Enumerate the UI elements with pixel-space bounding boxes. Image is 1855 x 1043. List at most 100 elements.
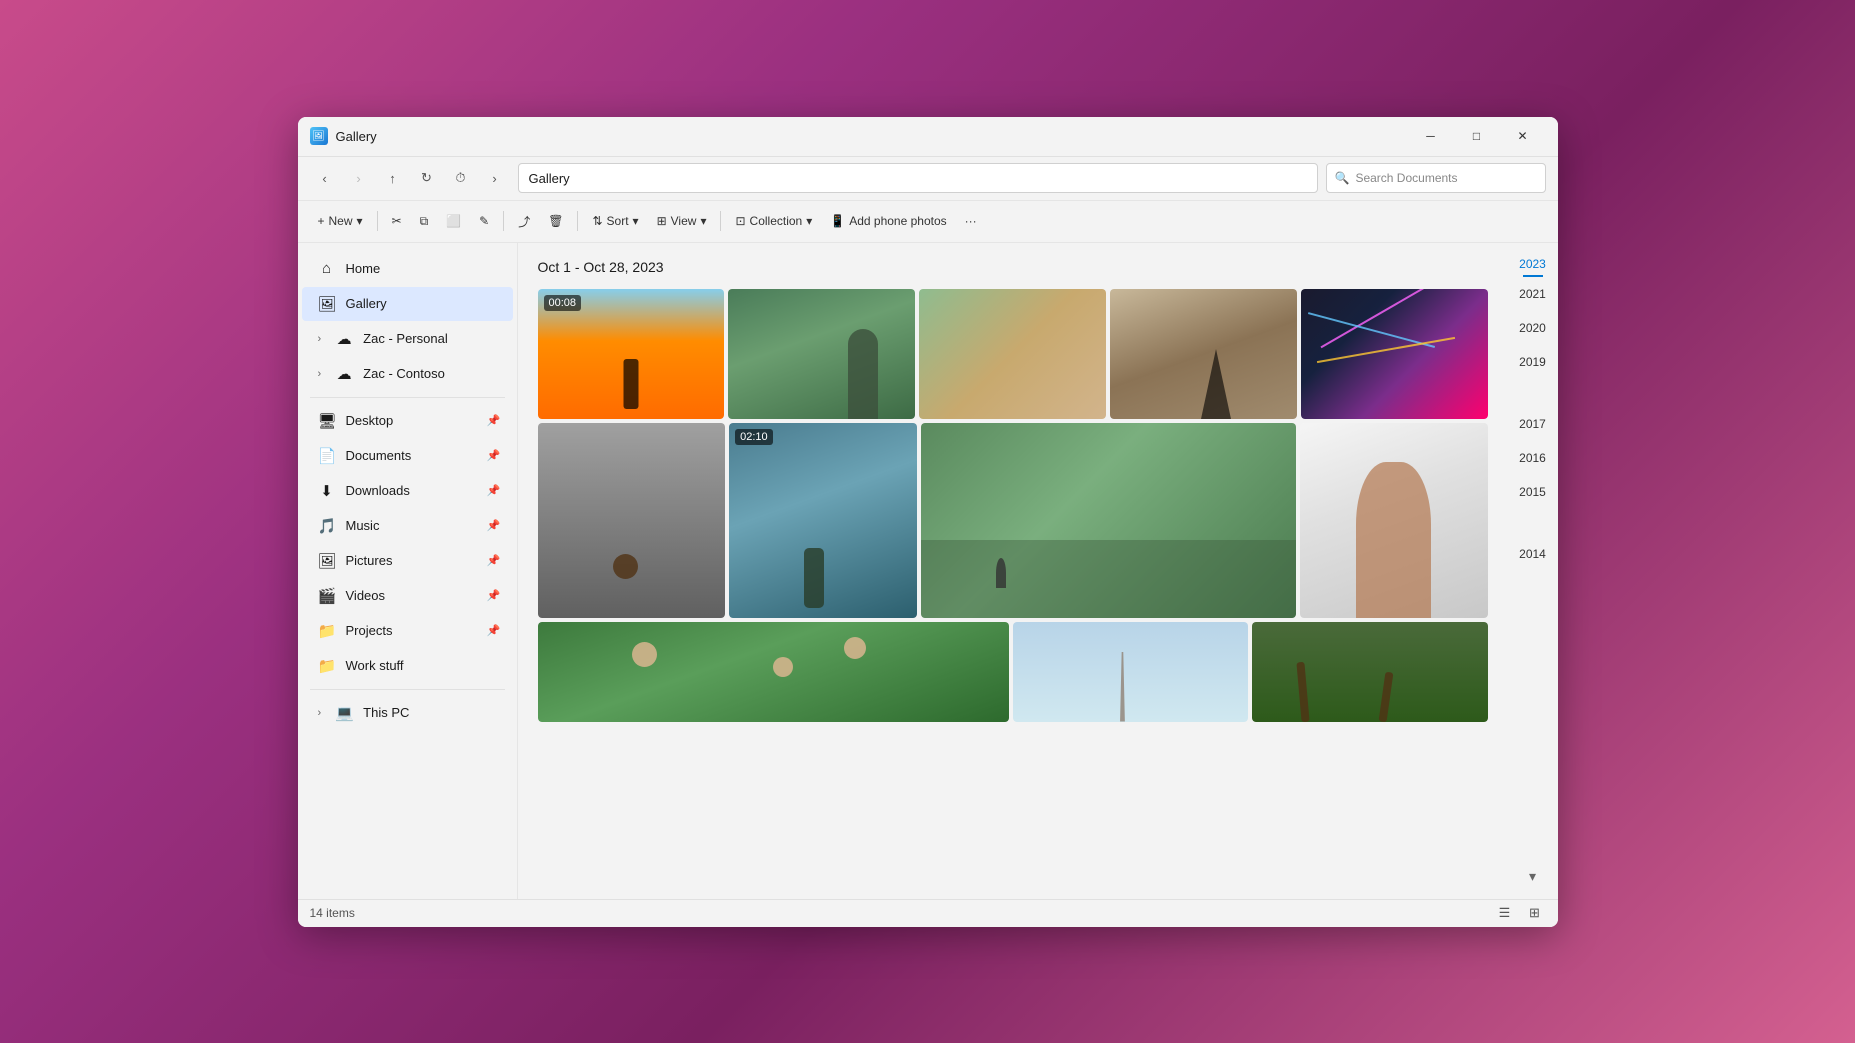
toolbar: + New ▾ ✂ ⧉ ⬜ ✎ ⤴ 🗑 ⇅ Sort ▾ ⊞ View ▾ ⊡ … bbox=[298, 201, 1558, 243]
sidebar-item-zac-contoso[interactable]: › ☁ Zac - Contoso bbox=[302, 357, 513, 391]
sort-icon: ⇅ bbox=[592, 214, 602, 228]
photo-grid-row-3 bbox=[538, 622, 1488, 722]
sort-chevron-icon: ▾ bbox=[633, 214, 639, 228]
add-phone-label: Add phone photos bbox=[849, 214, 946, 228]
sidebar-zac-personal-label: Zac - Personal bbox=[363, 331, 500, 346]
cloud-personal-icon: ☁ bbox=[335, 330, 353, 348]
photo-item-12[interactable] bbox=[1252, 622, 1488, 722]
sidebar-item-gallery[interactable]: 🖼 Gallery bbox=[302, 287, 513, 321]
cut-button[interactable]: ✂ bbox=[384, 206, 410, 236]
timeline-year-2023[interactable]: 2023 bbox=[1508, 253, 1558, 275]
sort-label: Sort bbox=[607, 214, 629, 228]
photo-item-8[interactable] bbox=[921, 423, 1296, 618]
sidebar-item-desktop[interactable]: 🖥 Desktop 📌 bbox=[302, 404, 513, 438]
up-button[interactable]: ↑ bbox=[378, 164, 408, 192]
timeline-year-2015[interactable]: 2015 bbox=[1508, 481, 1558, 503]
pin-icon-5: 📌 bbox=[487, 554, 501, 567]
close-button[interactable]: ✕ bbox=[1500, 120, 1546, 152]
new-label: New bbox=[329, 214, 353, 228]
gallery-icon: 🖼 bbox=[318, 295, 336, 313]
copy-button[interactable]: ⧉ bbox=[412, 206, 437, 236]
grid-view-button[interactable]: ⊞ bbox=[1524, 902, 1546, 924]
phone-icon: 📱 bbox=[830, 214, 845, 228]
recent-locations-button[interactable]: ⏱ bbox=[446, 164, 476, 192]
search-icon: 🔍 bbox=[1335, 171, 1350, 185]
list-view-button[interactable]: ☰ bbox=[1494, 902, 1516, 924]
status-bar-right: ☰ ⊞ bbox=[1494, 902, 1546, 924]
add-phone-button[interactable]: 📱 Add phone photos bbox=[822, 206, 954, 236]
new-button[interactable]: + New ▾ bbox=[310, 206, 371, 236]
photo-item-1[interactable]: 00:08 bbox=[538, 289, 725, 419]
share-button[interactable]: ⤴ bbox=[510, 206, 538, 236]
sidebar-item-this-pc[interactable]: › 💻 This PC bbox=[302, 696, 513, 730]
new-icon: + bbox=[318, 214, 325, 228]
window-controls: ─ □ ✕ bbox=[1408, 120, 1546, 152]
sidebar-desktop-label: Desktop bbox=[346, 413, 477, 428]
pin-icon-4: 📌 bbox=[487, 519, 501, 532]
desktop-icon: 🖥 bbox=[318, 412, 336, 430]
timeline: 2023 2021 2020 2019 2017 2016 2015 2014 … bbox=[1508, 243, 1558, 899]
chevron-right-icon-2: › bbox=[318, 368, 322, 380]
item-count: 14 items bbox=[310, 906, 355, 920]
sidebar-item-videos[interactable]: 🎬 Videos 📌 bbox=[302, 579, 513, 613]
sort-button[interactable]: ⇅ Sort ▾ bbox=[584, 206, 646, 236]
timeline-year-2017[interactable]: 2017 bbox=[1508, 413, 1558, 435]
delete-button[interactable]: 🗑 bbox=[540, 206, 571, 236]
minimize-button[interactable]: ─ bbox=[1408, 120, 1454, 152]
photo-item-10[interactable] bbox=[538, 622, 1009, 722]
main-window: 🖼 Gallery ─ □ ✕ ‹ › ↑ ↻ ⏱ › Gallery 🔍 Se… bbox=[298, 117, 1558, 927]
forward-button[interactable]: › bbox=[344, 164, 374, 192]
timeline-year-2021[interactable]: 2021 bbox=[1508, 283, 1558, 305]
forward2-button[interactable]: › bbox=[480, 164, 510, 192]
maximize-button[interactable]: □ bbox=[1454, 120, 1500, 152]
sidebar-divider-2 bbox=[310, 689, 505, 690]
paste-button[interactable]: ⬜ bbox=[438, 206, 469, 236]
sidebar-item-music[interactable]: 🎵 Music 📌 bbox=[302, 509, 513, 543]
rename-button[interactable]: ✎ bbox=[471, 206, 497, 236]
photo-item-5[interactable] bbox=[1301, 289, 1488, 419]
sidebar-work-stuff-label: Work stuff bbox=[346, 658, 501, 673]
timeline-scroll-down-button[interactable]: ▾ bbox=[1525, 864, 1540, 889]
view-grid-icon: ⊞ bbox=[657, 214, 667, 228]
main-content: ⌂ Home 🖼 Gallery › ☁ Zac - Personal › ☁ … bbox=[298, 243, 1558, 899]
address-bar[interactable]: Gallery bbox=[518, 163, 1318, 193]
work-stuff-icon: 📁 bbox=[318, 657, 336, 675]
photo-item-2[interactable] bbox=[728, 289, 915, 419]
photo-item-3[interactable] bbox=[919, 289, 1106, 419]
collection-button[interactable]: ⊡ Collection ▾ bbox=[727, 206, 820, 236]
projects-icon: 📁 bbox=[318, 622, 336, 640]
timeline-year-2016[interactable]: 2016 bbox=[1508, 447, 1558, 469]
new-chevron-icon: ▾ bbox=[357, 214, 363, 228]
photo-item-4[interactable] bbox=[1110, 289, 1297, 419]
cloud-contoso-icon: ☁ bbox=[335, 365, 353, 383]
view-button[interactable]: ⊞ View ▾ bbox=[649, 206, 715, 236]
photo-item-9[interactable] bbox=[1300, 423, 1488, 618]
app-icon: 🖼 bbox=[310, 127, 328, 145]
sidebar-item-projects[interactable]: 📁 Projects 📌 bbox=[302, 614, 513, 648]
sidebar-item-zac-personal[interactable]: › ☁ Zac - Personal bbox=[302, 322, 513, 356]
photo-item-7[interactable]: 02:10 bbox=[729, 423, 917, 618]
photo-item-11[interactable] bbox=[1013, 622, 1249, 722]
sidebar-gallery-label: Gallery bbox=[346, 296, 501, 311]
sidebar-item-home[interactable]: ⌂ Home bbox=[302, 252, 513, 286]
sidebar-item-pictures[interactable]: 🖼 Pictures 📌 bbox=[302, 544, 513, 578]
more-button[interactable]: ··· bbox=[957, 206, 985, 236]
sidebar-item-work-stuff[interactable]: 📁 Work stuff bbox=[302, 649, 513, 683]
search-placeholder: Search Documents bbox=[1355, 171, 1457, 185]
timeline-year-2014[interactable]: 2014 bbox=[1508, 543, 1558, 565]
timeline-year-2019[interactable]: 2019 bbox=[1508, 351, 1558, 373]
timeline-year-2020[interactable]: 2020 bbox=[1508, 317, 1558, 339]
toolbar-separator-1 bbox=[377, 211, 378, 231]
toolbar-separator-3 bbox=[577, 211, 578, 231]
gallery-content: Oct 1 - Oct 28, 2023 00:08 bbox=[518, 243, 1508, 899]
timeline-active-indicator bbox=[1523, 275, 1543, 277]
back-button[interactable]: ‹ bbox=[310, 164, 340, 192]
sidebar-documents-label: Documents bbox=[346, 448, 477, 463]
pin-icon-3: 📌 bbox=[487, 484, 501, 497]
refresh-button[interactable]: ↻ bbox=[412, 164, 442, 192]
home-icon: ⌂ bbox=[318, 260, 336, 277]
sidebar-item-downloads[interactable]: ⬇ Downloads 📌 bbox=[302, 474, 513, 508]
photo-item-6[interactable] bbox=[538, 423, 726, 618]
sidebar-item-documents[interactable]: 📄 Documents 📌 bbox=[302, 439, 513, 473]
search-bar[interactable]: 🔍 Search Documents bbox=[1326, 163, 1546, 193]
